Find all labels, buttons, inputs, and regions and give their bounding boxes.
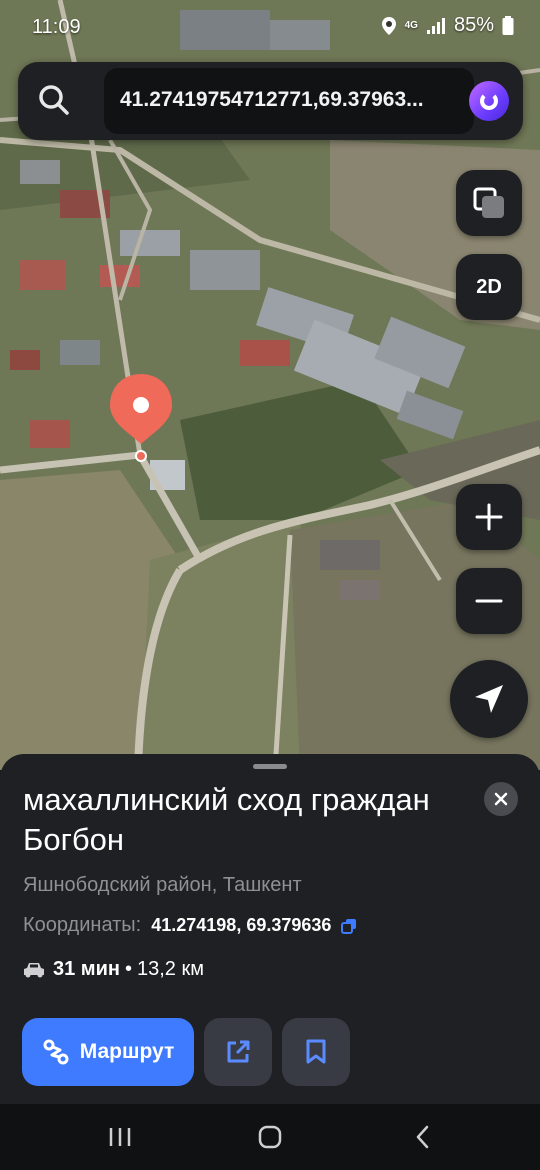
home-button[interactable]	[255, 1124, 285, 1150]
sheet-grabber[interactable]	[253, 764, 287, 769]
layers-icon	[473, 187, 504, 218]
zoom-in-button[interactable]	[456, 484, 522, 550]
recents-button[interactable]	[105, 1124, 135, 1150]
search-bar: 41.27419754712771,69.37963...	[18, 62, 523, 140]
back-button[interactable]	[408, 1124, 438, 1150]
status-icons: 4G 85%	[381, 14, 514, 37]
alice-button[interactable]	[469, 81, 509, 121]
home-icon	[258, 1125, 282, 1149]
route-time: 31 мин	[53, 958, 120, 980]
system-nav-bar	[0, 1104, 540, 1170]
layers-button[interactable]	[456, 170, 522, 236]
signal-icon	[426, 17, 445, 34]
search-icon[interactable]	[36, 82, 72, 118]
place-card: махаллинский сход граждан Богбон Яшнобод…	[0, 754, 540, 1104]
bookmark-icon	[306, 1039, 326, 1064]
close-button[interactable]	[484, 782, 518, 816]
copy-icon[interactable]	[341, 918, 357, 934]
route-separator: •	[124, 958, 132, 980]
network-type: 4G	[404, 19, 418, 31]
route-button-label: Маршрут	[79, 1040, 175, 1063]
location-pin[interactable]	[108, 372, 174, 462]
recents-icon	[109, 1128, 131, 1146]
bookmark-button[interactable]	[282, 1018, 350, 1086]
location-status-icon	[381, 16, 396, 35]
search-query: 41.27419754712771,69.37963...	[120, 88, 424, 111]
battery-icon	[502, 15, 514, 35]
place-address: Яшнободский район, Ташкент	[23, 874, 302, 896]
share-icon	[227, 1040, 250, 1063]
zoom-out-button[interactable]	[456, 568, 522, 634]
plus-icon	[475, 503, 503, 531]
locate-icon	[475, 685, 503, 713]
view-mode-2d-button[interactable]: 2D	[456, 254, 522, 320]
share-button[interactable]	[204, 1018, 272, 1086]
place-title: махаллинский сход граждан Богбон	[23, 782, 430, 857]
alice-icon	[480, 92, 498, 110]
coordinates-value[interactable]: 41.274198, 69.379636	[151, 915, 331, 936]
route-distance: 13,2 км	[137, 958, 204, 980]
search-input[interactable]: 41.27419754712771,69.37963...	[104, 68, 474, 134]
route-button[interactable]: Маршрут	[22, 1018, 194, 1086]
back-icon	[416, 1125, 429, 1149]
coordinates-row: Координаты: 41.274198, 69.379636	[23, 914, 357, 937]
battery-percent: 85%	[453, 14, 494, 36]
my-location-button[interactable]	[450, 660, 528, 738]
route-icon	[43, 1039, 69, 1065]
coordinates-label: Координаты:	[23, 914, 142, 936]
status-bar: 11:09 4G 85%	[0, 0, 540, 56]
car-icon	[24, 962, 44, 977]
status-time: 11:09	[32, 16, 81, 38]
close-icon	[494, 792, 508, 806]
route-summary: 31 мин • 13,2 км	[23, 958, 204, 981]
minus-icon	[475, 599, 503, 603]
